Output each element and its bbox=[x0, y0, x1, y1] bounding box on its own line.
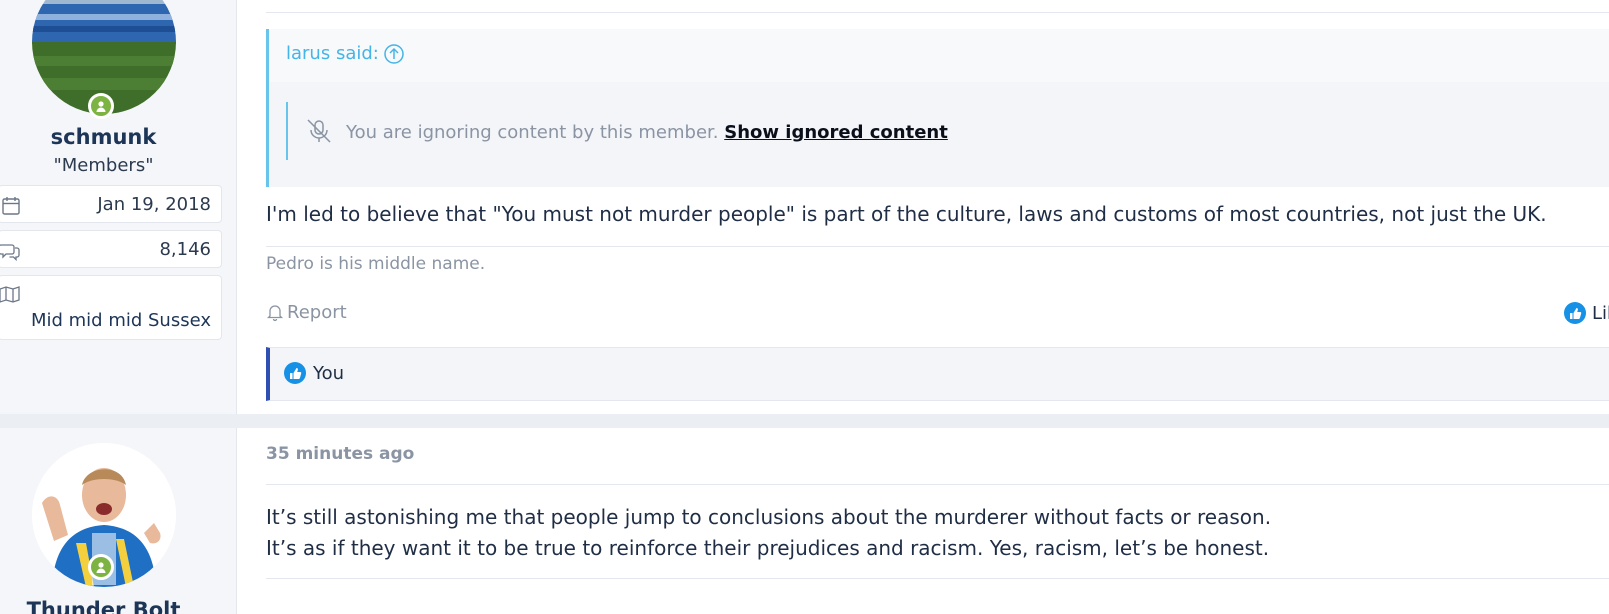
show-ignored-content-link[interactable]: Show ignored content bbox=[724, 122, 948, 143]
online-status-icon bbox=[88, 554, 114, 580]
quote-header: larus said: bbox=[269, 29, 1609, 82]
map-icon bbox=[0, 286, 20, 303]
report-label: Report bbox=[287, 302, 347, 323]
thumbs-up-icon bbox=[1564, 302, 1586, 324]
signature: Pedro is his middle name. bbox=[266, 254, 486, 274]
calendar-icon bbox=[2, 197, 20, 215]
like-label: Like bbox=[1592, 302, 1609, 324]
post-2: Thunder Bolt 35 minutes ago It’s still a… bbox=[0, 428, 1609, 614]
post-2-user-column: Thunder Bolt bbox=[0, 428, 237, 614]
post-message: I'm led to believe that "You must not mu… bbox=[266, 202, 1547, 226]
divider bbox=[266, 484, 1609, 485]
microphone-slash-icon bbox=[307, 119, 331, 143]
divider bbox=[266, 12, 1609, 13]
like-button[interactable]: Like bbox=[1564, 302, 1609, 324]
message-line-2: It’s as if they want it to be true to re… bbox=[266, 536, 1270, 560]
quote-author[interactable]: larus said: bbox=[286, 43, 379, 64]
post-timestamp[interactable]: 35 minutes ago bbox=[266, 444, 414, 464]
ignored-message: You are ignoring content by this member. bbox=[346, 122, 719, 143]
likes-summary: You bbox=[266, 347, 1609, 401]
joined-date: Jan 19, 2018 bbox=[97, 194, 211, 215]
location-stat: Mid mid mid Sussex bbox=[0, 275, 222, 340]
ignored-notice: You are ignoring content by this member.… bbox=[286, 102, 948, 160]
arrow-up-circle-icon[interactable] bbox=[383, 43, 405, 65]
thumbs-up-icon bbox=[284, 362, 306, 384]
message-line-1: It’s still astonishing me that people ju… bbox=[266, 505, 1272, 529]
user-location[interactable]: Mid mid mid Sussex bbox=[31, 310, 211, 331]
post-message: It’s still astonishing me that people ju… bbox=[266, 502, 1271, 564]
post-1-content: larus said: You are ignoring content by … bbox=[250, 0, 1609, 414]
post-1: schmunk "Members" Jan 19, 2018 8,146 Mid… bbox=[0, 0, 1609, 414]
post-2-content: 35 minutes ago It’s still astonishing me… bbox=[250, 428, 1609, 614]
username[interactable]: schmunk bbox=[0, 125, 207, 149]
post-1-user-column: schmunk "Members" Jan 19, 2018 8,146 Mid… bbox=[0, 0, 237, 414]
user-title: "Members" bbox=[53, 155, 154, 176]
username[interactable]: Thunder Bolt bbox=[0, 598, 207, 614]
likes-list[interactable]: You bbox=[313, 363, 344, 384]
divider bbox=[266, 578, 1609, 579]
quote-block: larus said: You are ignoring content by … bbox=[266, 29, 1609, 187]
bell-icon bbox=[266, 304, 284, 321]
messages-stat: 8,146 bbox=[0, 230, 222, 268]
report-button[interactable]: Report bbox=[266, 302, 347, 323]
message-count: 8,146 bbox=[159, 239, 211, 260]
online-status-icon bbox=[88, 93, 114, 119]
divider bbox=[266, 246, 1609, 247]
joined-stat: Jan 19, 2018 bbox=[0, 185, 222, 223]
comments-icon bbox=[0, 244, 20, 262]
